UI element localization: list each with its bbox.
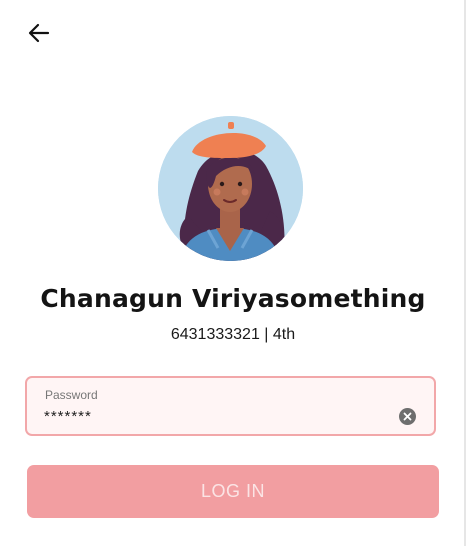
clear-button[interactable] (399, 408, 416, 425)
user-avatar-illustration (158, 116, 303, 261)
back-button[interactable] (20, 14, 58, 52)
user-name: Chanagun Viriyasomething (40, 284, 426, 313)
avatar (158, 116, 303, 261)
password-value[interactable]: ******* (44, 408, 92, 425)
password-label: Password (45, 388, 98, 402)
clear-circle-icon (403, 412, 412, 421)
password-field[interactable]: Password ******* (25, 376, 436, 436)
user-id-and-year: 6431333321 | 4th (170, 326, 296, 343)
login-button[interactable]: LOG IN (27, 465, 439, 518)
arrow-left-icon (28, 23, 50, 43)
login-screen: Chanagun Viriyasomething 6431333321 | 4t… (0, 0, 466, 546)
